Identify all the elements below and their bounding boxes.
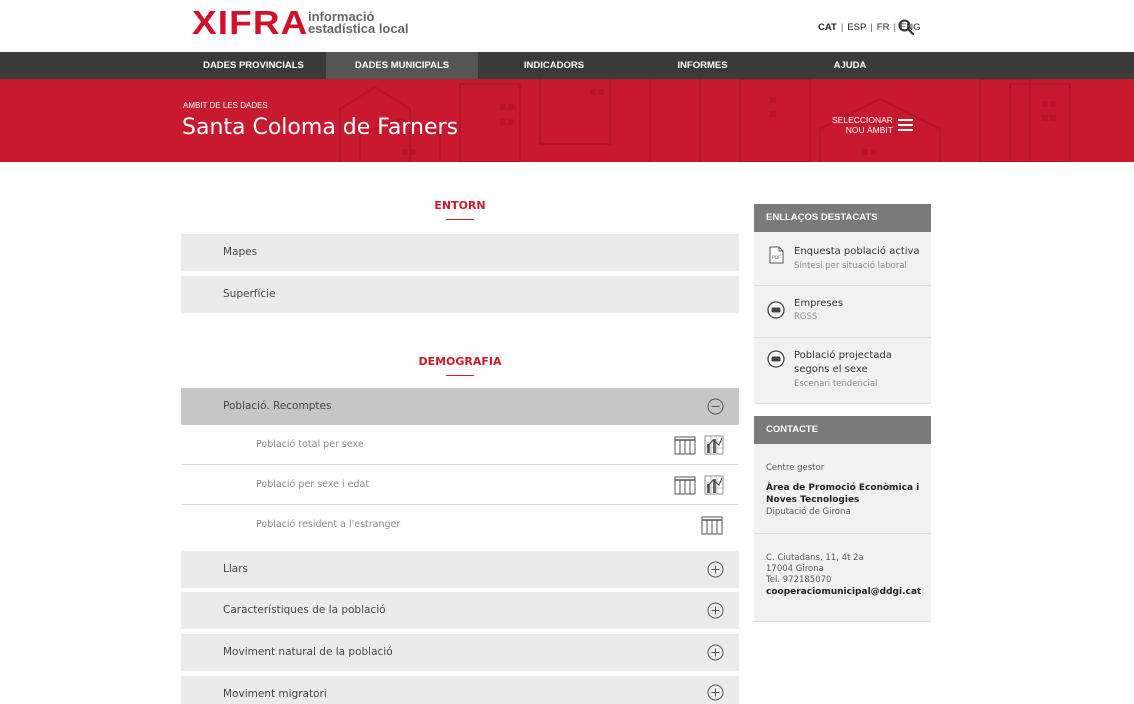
contact-label: Centre gestor [766,463,825,473]
link-subtitle: Síntesi per situació laboral [794,261,907,271]
subrow-poblacio-resident-estranger: Població resident a l'estranger [181,505,739,545]
logo-tagline-line2: estadística local [308,21,409,36]
contact-email-link[interactable]: cooperaciomunicipal@ddgi.cat [766,587,921,597]
contact-org-sub: Diputació de Girona [766,507,851,517]
select-area-button[interactable]: SELECCIONAR NOU ÀMBIT [832,115,913,135]
link-poblacio-projectada[interactable]: Població projectada segons el sexe Escen… [754,338,931,404]
expand-plus-icon[interactable] [707,684,724,701]
contact-center: Centre gestor Àrea de Promoció Econòmica… [754,444,931,534]
contact-city: 17004 Girona [766,564,824,574]
lang-cat[interactable]: CAT [818,22,837,33]
section-title-entorn: ENTORN [434,199,486,212]
row-label: Moviment migratori [223,688,327,700]
svg-text:PDF: PDF [772,255,781,261]
link-title: Enquesta població activa [794,246,920,257]
expand-plus-icon[interactable] [707,561,724,578]
lang-separator: | [893,22,896,33]
row-mapes[interactable]: Mapes [181,234,739,271]
logo-tagline: informació estadística local [308,10,409,36]
lang-separator: | [840,22,844,33]
contact-phone: Tel. 972185070 [766,575,832,585]
pdf-icon: PDF [769,246,784,264]
section-title-demografia: DEMOGRAFIA [418,355,502,368]
chart-icon[interactable] [704,475,724,495]
row-poblacio-recomptes[interactable]: Població. Recomptes [181,388,739,425]
lang-separator: | [870,22,873,33]
table-icon[interactable] [674,475,696,495]
contact-org-line2: Noves Tecnologies [766,495,860,505]
expand-plus-icon[interactable] [707,644,724,661]
lang-fr[interactable]: FR [877,22,890,33]
featured-links-heading: ENLLAÇOS DESTACATS [754,204,931,232]
nav-dades-provincials[interactable]: DADES PROVINCIALS [181,52,326,79]
contact-details: C. Ciutadans, 11, 4t 2a 17004 Girona Tel… [754,534,931,622]
expand-plus-icon[interactable] [707,602,724,619]
table-icon[interactable] [701,515,723,535]
link-subtitle: RGSS [794,312,818,322]
table-icon[interactable] [674,435,696,455]
row-llars[interactable]: Llars [181,551,739,588]
row-label: Mapes [223,246,258,258]
header: XIFRA informació estadística local CAT |… [0,0,1134,52]
row-label: Característiques de la població [223,604,386,616]
nav-informes[interactable]: INFORMES [630,52,775,79]
subrow-poblacio-sexe-edat: Població per sexe i edat [181,465,739,505]
page-title: Santa Coloma de Farners [182,115,459,140]
logo-wordmark: XIFRA [192,4,309,41]
link-enquesta-poblacio-activa[interactable]: PDF Enquesta població activa Síntesi per… [754,232,931,286]
row-label: Moviment natural de la població [223,646,393,658]
section-underline [446,219,474,220]
row-moviment-natural[interactable]: Moviment natural de la població [181,634,739,671]
section-underline [446,375,474,376]
link-title-line2: segons el sexe [794,364,868,375]
chart-icon[interactable] [704,435,724,455]
row-caracteristiques-poblacio[interactable]: Característiques de la població [181,592,739,629]
database-icon [767,301,785,319]
contact-heading: CONTACTE [754,416,931,444]
nav-ajuda[interactable]: AJUDA [775,52,925,79]
row-label: Llars [223,563,248,575]
subrow-label: Població per sexe i edat [256,479,370,490]
row-superficie[interactable]: Superfície [181,276,739,313]
lang-esp[interactable]: ESP [847,22,866,33]
subrow-poblacio-total-sexe: Població total per sexe [181,425,739,465]
nav-indicadors[interactable]: INDICADORS [478,52,630,79]
link-title-line1: Població projectada [794,350,892,361]
database-icon [767,350,785,368]
subrow-label: Població total per sexe [256,439,364,450]
logo[interactable]: XIFRA informació estadística local [192,6,408,39]
link-title: Empreses [794,298,844,309]
nav-dades-municipals[interactable]: DADES MUNICIPALS [326,52,478,79]
row-label: Població. Recomptes [223,400,332,412]
select-area-label: SELECCIONAR NOU ÀMBIT [832,115,893,135]
select-area-line1: SELECCIONAR [832,115,893,125]
banner-decoration [339,79,1071,162]
search-icon[interactable] [897,18,915,36]
link-empreses[interactable]: Empreses RGSS [754,286,931,338]
main-nav: DADES PROVINCIALS DADES MUNICIPALS INDIC… [0,52,1134,79]
select-area-line2: NOU ÀMBIT [845,125,893,135]
row-moviment-migratori[interactable]: Moviment migratori [181,676,739,704]
link-subtitle: Escenari tendencial [794,379,878,389]
area-banner: AMBIT DE LES DADES Santa Coloma de Farne… [0,79,1134,162]
hamburger-icon [897,119,913,131]
collapse-minus-icon[interactable] [707,398,724,415]
contact-org-line1: Àrea de Promoció Econòmica i [766,483,920,493]
row-label: Superfície [223,288,276,300]
banner-subtitle: AMBIT DE LES DADES [183,101,268,110]
contact-address: C. Ciutadans, 11, 4t 2a [766,553,864,563]
subrow-label: Població resident a l'estranger [256,519,401,530]
